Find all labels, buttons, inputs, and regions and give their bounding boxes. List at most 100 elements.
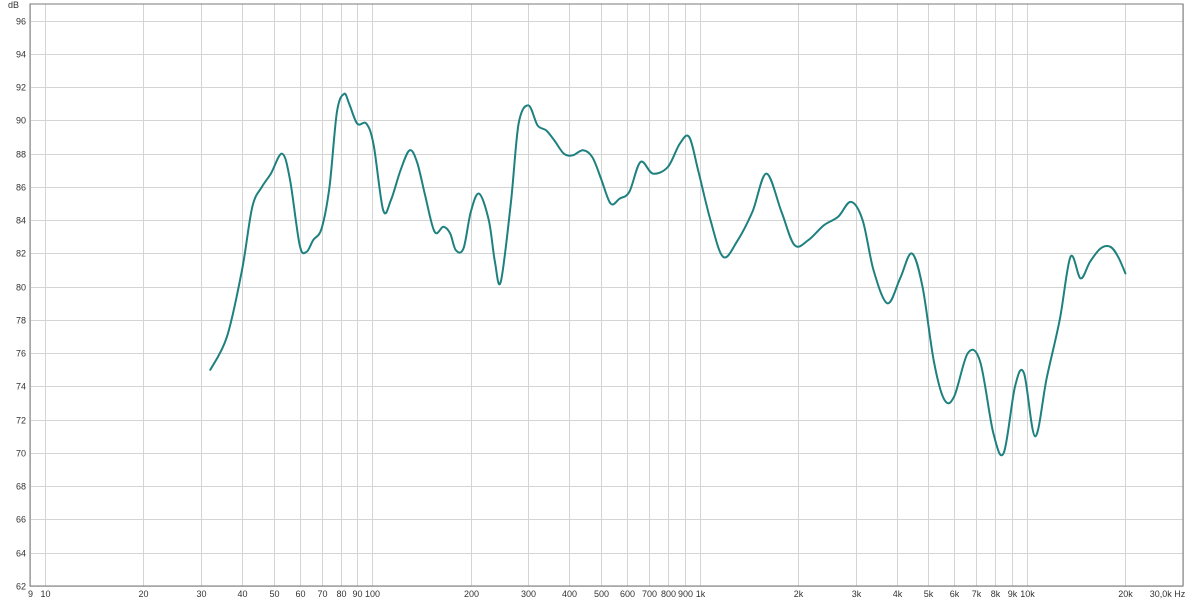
x-tick-label: 20k [1118,589,1133,599]
data-point [572,155,573,156]
x-tick-label: 200 [464,589,479,599]
data-point [689,136,690,137]
chart-background [0,0,1200,602]
y-tick-label: 62 [16,582,26,592]
x-tick-label: 9k [1008,589,1018,599]
data-point [600,178,601,179]
x-tick-label: 10 [40,589,50,599]
data-point [766,173,767,174]
data-point [425,195,426,196]
data-point [1125,273,1126,274]
data-point [455,250,456,251]
data-point [1090,261,1091,262]
x-tick-label: 6k [950,589,960,599]
data-point [900,278,901,279]
data-point [409,150,410,151]
data-point [823,225,824,226]
x-tick-label: 10k [1020,589,1035,599]
data-point [281,153,282,154]
data-point [710,220,711,221]
data-point [563,153,564,154]
y-tick-label: 80 [16,283,26,293]
y-tick-label: 74 [16,382,26,392]
data-point [366,123,367,124]
data-point [349,103,350,104]
y-tick-label: 92 [16,83,26,93]
data-point [794,245,795,246]
data-point [336,112,337,113]
x-tick-label: 70 [317,589,327,599]
data-point [838,216,839,217]
y-tick-label: 88 [16,150,26,160]
data-point [450,233,451,234]
data-point [922,286,923,287]
data-point [723,256,724,257]
data-point [610,203,611,204]
data-point [1110,246,1111,247]
x-tick-label: 8k [991,589,1001,599]
data-point [226,336,227,337]
data-point [652,173,653,174]
data-point [911,253,912,254]
data-point [862,220,863,221]
data-point [640,161,641,162]
data-point [736,241,737,242]
data-point [518,123,519,124]
data-point [592,156,593,157]
data-point [698,170,699,171]
data-point [321,228,322,229]
data-point [954,396,955,397]
data-point [850,201,851,202]
data-point [1023,373,1024,374]
data-point [808,240,809,241]
data-point [781,211,782,212]
data-point [1003,452,1004,453]
x-tick-label: 400 [562,589,577,599]
y-tick-label: 90 [16,116,26,126]
x-tick-label: 50 [269,589,279,599]
data-point [873,270,874,271]
data-point [1070,256,1071,257]
data-point [554,140,555,141]
data-point [344,93,345,94]
data-point [241,270,242,271]
x-tick-label: 30 [196,589,206,599]
y-tick-label: 86 [16,183,26,193]
y-tick-label: 94 [16,50,26,60]
y-tick-label: 78 [16,316,26,326]
data-point [1100,248,1101,249]
data-point [416,161,417,162]
y-tick-label: 70 [16,449,26,459]
y-tick-label: 76 [16,349,26,359]
data-point [993,432,994,433]
data-point [1035,436,1036,437]
x-tick-label: 5k [924,589,934,599]
y-tick-label: 64 [16,549,26,559]
data-point [329,186,330,187]
x-tick-labels: 9 10 20 30 40 50 60 70 80 90 100 200 300 400 500 600 700… [28,589,1186,599]
data-point [537,125,538,126]
x-tick-label: 1k [696,589,706,599]
data-point [1046,378,1047,379]
data-point [400,170,401,171]
data-point [488,220,489,221]
data-point [299,245,300,246]
data-point [443,226,444,227]
data-point [510,203,511,204]
x-tick-label: 500 [594,589,609,599]
data-point [980,361,981,362]
frequency-response-chart: dB 626466687072747678808284868890929496 … [0,0,1200,602]
y-tick-label: 72 [16,416,26,426]
y-tick-label: 66 [16,515,26,525]
x-tick-label: 7k [972,589,982,599]
data-point [390,200,391,201]
data-point [619,198,620,199]
data-point [679,143,680,144]
data-point [261,186,262,187]
data-point [306,251,307,252]
x-tick-label: 800 [661,589,676,599]
data-point [357,123,358,124]
data-point [479,193,480,194]
data-point [289,178,290,179]
y-axis-unit-label: dB [8,0,19,10]
